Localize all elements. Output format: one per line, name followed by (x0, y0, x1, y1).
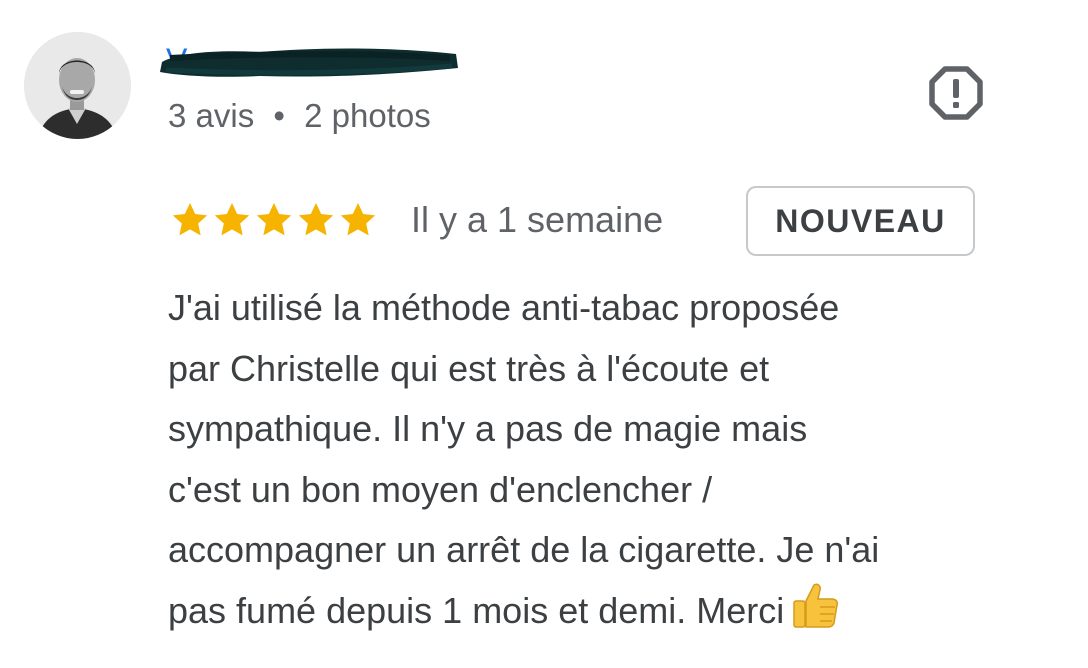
review-date: Il y a 1 semaine (411, 199, 664, 240)
avatar[interactable] (24, 32, 131, 139)
reviewer-name[interactable]: V (160, 40, 460, 80)
review-text-line: sympathique. Il n'y a pas de magie mais (168, 408, 808, 449)
thumbs-up-icon (793, 583, 839, 628)
meta-separator: • (273, 97, 285, 134)
redaction-mark (160, 48, 458, 77)
star-rating (170, 200, 380, 240)
review-text-line: par Christelle qui est très à l'écoute e… (168, 347, 770, 389)
review-text: J'ai utilisé la méthode anti-tabac propo… (168, 278, 1048, 641)
review-text-line: c'est un bon moyen d'enclencher / (168, 468, 713, 510)
review-text-line: pas fumé depuis 1 mois et demi. Merci (168, 581, 1048, 642)
star-icon (214, 203, 250, 236)
photo-count: 2 photos (304, 97, 431, 134)
review-text-line: J'ai utilisé la méthode anti-tabac propo… (168, 287, 840, 328)
avatar-photo (24, 32, 131, 139)
rating-row: Il y a 1 semaine NOUVEAU (168, 186, 1088, 258)
report-button[interactable] (927, 64, 985, 122)
star-icon (256, 203, 292, 236)
star-icon (172, 203, 208, 236)
new-badge: NOUVEAU (746, 186, 975, 256)
review-count: 3 avis (168, 97, 255, 134)
report-octagon-icon[interactable] (927, 64, 985, 122)
review-text-line: accompagner un arrêt de la cigarette. Je… (168, 529, 880, 570)
reviewer-meta: 3 avis • 2 photos (168, 96, 431, 136)
star-icon (298, 203, 334, 236)
star-icon (340, 203, 376, 236)
